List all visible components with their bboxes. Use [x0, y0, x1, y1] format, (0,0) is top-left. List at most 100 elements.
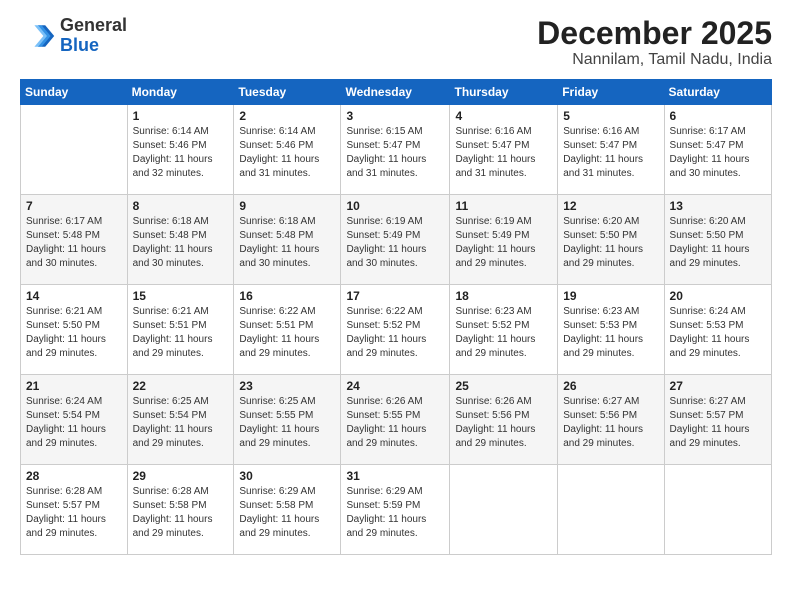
day-number: 31 [346, 469, 444, 483]
day-info: Sunrise: 6:20 AM Sunset: 5:50 PM Dayligh… [670, 215, 766, 271]
calendar-cell: 16 Sunrise: 6:22 AM Sunset: 5:51 PM Dayli… [234, 285, 341, 375]
day-info: Sunrise: 6:22 AM Sunset: 5:52 PM Dayligh… [346, 305, 444, 361]
calendar-cell: 17 Sunrise: 6:22 AM Sunset: 5:52 PM Dayli… [341, 285, 450, 375]
calendar-cell: 1 Sunrise: 6:14 AM Sunset: 5:46 PM Daylig… [127, 105, 234, 195]
day-info: Sunrise: 6:17 AM Sunset: 5:48 PM Dayligh… [26, 215, 122, 271]
day-info: Sunrise: 6:21 AM Sunset: 5:51 PM Dayligh… [133, 305, 229, 361]
day-number: 15 [133, 289, 229, 303]
day-number: 26 [563, 379, 658, 393]
day-info: Sunrise: 6:20 AM Sunset: 5:50 PM Dayligh… [563, 215, 658, 271]
main-title: December 2025 [537, 16, 772, 51]
day-info: Sunrise: 6:16 AM Sunset: 5:47 PM Dayligh… [563, 125, 658, 181]
day-number: 12 [563, 199, 658, 213]
calendar-cell [450, 465, 558, 555]
day-info: Sunrise: 6:26 AM Sunset: 5:55 PM Dayligh… [346, 395, 444, 451]
calendar-week-5: 28 Sunrise: 6:28 AM Sunset: 5:57 PM Dayli… [21, 465, 772, 555]
calendar-cell: 25 Sunrise: 6:26 AM Sunset: 5:56 PM Dayli… [450, 375, 558, 465]
calendar-cell: 21Sunrise: 6:24 AM Sunset: 5:54 PM Dayli… [21, 375, 128, 465]
calendar-cell: 11 Sunrise: 6:19 AM Sunset: 5:49 PM Dayli… [450, 195, 558, 285]
calendar-cell [21, 105, 128, 195]
day-number: 1 [133, 109, 229, 123]
day-info: Sunrise: 6:22 AM Sunset: 5:51 PM Dayligh… [239, 305, 335, 361]
day-number: 23 [239, 379, 335, 393]
day-info: Sunrise: 6:17 AM Sunset: 5:47 PM Dayligh… [670, 125, 766, 181]
calendar-cell: 20 Sunrise: 6:24 AM Sunset: 5:53 PM Dayli… [664, 285, 771, 375]
day-number: 8 [133, 199, 229, 213]
day-number: 10 [346, 199, 444, 213]
day-number: 9 [239, 199, 335, 213]
day-info: Sunrise: 6:18 AM Sunset: 5:48 PM Dayligh… [239, 215, 335, 271]
calendar-week-2: 7 Sunrise: 6:17 AM Sunset: 5:48 PM Daylig… [21, 195, 772, 285]
calendar-cell: 31 Sunrise: 6:29 AM Sunset: 5:59 PM Dayli… [341, 465, 450, 555]
day-number: 20 [670, 289, 766, 303]
calendar-cell: 3Sunrise: 6:15 AM Sunset: 5:47 PM Daylig… [341, 105, 450, 195]
day-number: 11 [455, 199, 552, 213]
calendar-cell: 10 Sunrise: 6:19 AM Sunset: 5:49 PM Dayli… [341, 195, 450, 285]
calendar-cell: 22 Sunrise: 6:25 AM Sunset: 5:54 PM Dayli… [127, 375, 234, 465]
calendar-cell: 5 Sunrise: 6:16 AM Sunset: 5:47 PM Daylig… [558, 105, 664, 195]
col-tuesday: Tuesday [234, 80, 341, 105]
day-info: Sunrise: 6:23 AM Sunset: 5:53 PM Dayligh… [563, 305, 658, 361]
day-number: 5 [563, 109, 658, 123]
calendar-cell: 7 Sunrise: 6:17 AM Sunset: 5:48 PM Daylig… [21, 195, 128, 285]
day-number: 19 [563, 289, 658, 303]
day-info: Sunrise: 6:24 AM Sunset: 5:54 PM Dayligh… [26, 395, 122, 451]
day-info: Sunrise: 6:19 AM Sunset: 5:49 PM Dayligh… [346, 215, 444, 271]
day-info: Sunrise: 6:28 AM Sunset: 5:58 PM Dayligh… [133, 485, 229, 541]
day-number: 13 [670, 199, 766, 213]
calendar-cell: 23 Sunrise: 6:25 AM Sunset: 5:55 PM Dayli… [234, 375, 341, 465]
day-info: Sunrise: 6:29 AM Sunset: 5:59 PM Dayligh… [346, 485, 444, 541]
logo-general: General [60, 16, 127, 36]
day-info: Sunrise: 6:27 AM Sunset: 5:56 PM Dayligh… [563, 395, 658, 451]
logo-text: General Blue [60, 16, 127, 56]
day-info: Sunrise: 6:21 AM Sunset: 5:50 PM Dayligh… [26, 305, 122, 361]
calendar-cell: 27 Sunrise: 6:27 AM Sunset: 5:57 PM Dayli… [664, 375, 771, 465]
day-number: 17 [346, 289, 444, 303]
day-number: 25 [455, 379, 552, 393]
day-number: 24 [346, 379, 444, 393]
logo: General Blue [20, 16, 127, 56]
day-number: 4 [455, 109, 552, 123]
calendar-week-1: 1 Sunrise: 6:14 AM Sunset: 5:46 PM Daylig… [21, 105, 772, 195]
day-info: Sunrise: 6:27 AM Sunset: 5:57 PM Dayligh… [670, 395, 766, 451]
day-info: Sunrise: 6:23 AM Sunset: 5:52 PM Dayligh… [455, 305, 552, 361]
day-number: 2 [239, 109, 335, 123]
day-info: Sunrise: 6:25 AM Sunset: 5:54 PM Dayligh… [133, 395, 229, 451]
col-wednesday: Wednesday [341, 80, 450, 105]
calendar-cell: 12 Sunrise: 6:20 AM Sunset: 5:50 PM Dayli… [558, 195, 664, 285]
day-number: 6 [670, 109, 766, 123]
day-info: Sunrise: 6:26 AM Sunset: 5:56 PM Dayligh… [455, 395, 552, 451]
col-saturday: Saturday [664, 80, 771, 105]
day-info: Sunrise: 6:25 AM Sunset: 5:55 PM Dayligh… [239, 395, 335, 451]
day-info: Sunrise: 6:19 AM Sunset: 5:49 PM Dayligh… [455, 215, 552, 271]
calendar-cell: 19 Sunrise: 6:23 AM Sunset: 5:53 PM Dayli… [558, 285, 664, 375]
calendar-cell: 30 Sunrise: 6:29 AM Sunset: 5:58 PM Dayli… [234, 465, 341, 555]
day-number: 27 [670, 379, 766, 393]
day-number: 28 [26, 469, 122, 483]
day-info: Sunrise: 6:28 AM Sunset: 5:57 PM Dayligh… [26, 485, 122, 541]
calendar-cell: 15 Sunrise: 6:21 AM Sunset: 5:51 PM Dayli… [127, 285, 234, 375]
calendar-cell: 9 Sunrise: 6:18 AM Sunset: 5:48 PM Daylig… [234, 195, 341, 285]
calendar-cell: 18Sunrise: 6:23 AM Sunset: 5:52 PM Dayli… [450, 285, 558, 375]
day-info: Sunrise: 6:24 AM Sunset: 5:53 PM Dayligh… [670, 305, 766, 361]
calendar-cell: 8Sunrise: 6:18 AM Sunset: 5:48 PM Daylig… [127, 195, 234, 285]
calendar-cell: 4Sunrise: 6:16 AM Sunset: 5:47 PM Daylig… [450, 105, 558, 195]
calendar-cell: 14 Sunrise: 6:21 AM Sunset: 5:50 PM Dayli… [21, 285, 128, 375]
day-number: 30 [239, 469, 335, 483]
calendar-cell [558, 465, 664, 555]
day-number: 22 [133, 379, 229, 393]
day-number: 29 [133, 469, 229, 483]
day-info: Sunrise: 6:29 AM Sunset: 5:58 PM Dayligh… [239, 485, 335, 541]
calendar-cell: 24 Sunrise: 6:26 AM Sunset: 5:55 PM Dayli… [341, 375, 450, 465]
col-thursday: Thursday [450, 80, 558, 105]
day-number: 14 [26, 289, 122, 303]
day-number: 7 [26, 199, 122, 213]
col-sunday: Sunday [21, 80, 128, 105]
calendar-cell: 26 Sunrise: 6:27 AM Sunset: 5:56 PM Dayli… [558, 375, 664, 465]
header: General Blue December 2025 Nannilam, Tam… [20, 16, 772, 69]
calendar-week-3: 14 Sunrise: 6:21 AM Sunset: 5:50 PM Dayli… [21, 285, 772, 375]
day-info: Sunrise: 6:14 AM Sunset: 5:46 PM Dayligh… [133, 125, 229, 181]
day-number: 3 [346, 109, 444, 123]
day-number: 16 [239, 289, 335, 303]
calendar: Sunday Monday Tuesday Wednesday Thursday… [20, 79, 772, 555]
